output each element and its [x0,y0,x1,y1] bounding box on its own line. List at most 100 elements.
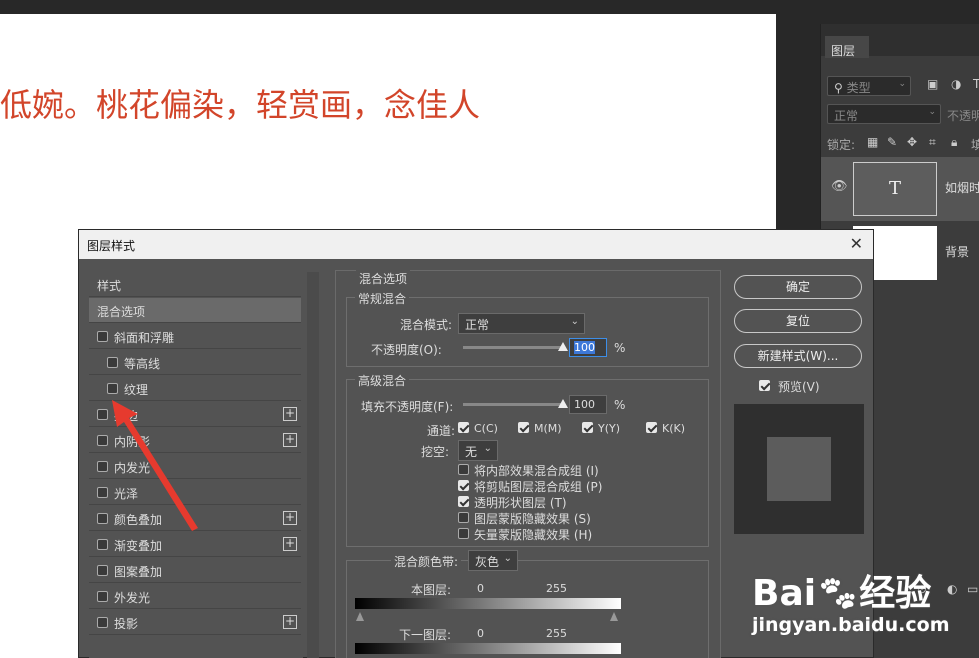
fill-label: 填 [971,138,979,152]
opacity-unit: % [614,341,626,355]
opacity-slider-knob[interactable] [558,342,568,351]
preview-checkbox[interactable] [759,380,770,391]
advanced-blending-title: 高级混合 [355,372,410,389]
style-item-checkbox[interactable] [97,565,108,576]
ok-button[interactable]: 确定 [734,275,862,299]
channel-c-checkbox[interactable] [458,422,469,433]
fill-opacity-slider[interactable] [463,399,568,408]
close-icon[interactable]: ✕ [850,234,863,253]
eye-icon[interactable]: 👁︎ [831,179,848,194]
advanced-option-checkbox[interactable] [458,496,469,507]
opacity-label: 不透明度(O): [371,343,442,357]
blend-if-group: 混合颜色带: 灰色 ⌄ 本图层: 0 255 下一图层: 0 255 [346,550,709,658]
lock-all-icon[interactable]: 🔒︎ [951,135,957,150]
opacity-input[interactable]: 100 [569,338,607,357]
this-layer-white-handle[interactable] [610,612,618,621]
channel-m-label: M(M) [534,422,562,435]
text-filter-icon[interactable]: T [973,77,979,91]
style-item-label: 纹理 [124,383,149,397]
adjustment-filter-icon[interactable]: ◑ [951,77,961,91]
style-item-checkbox[interactable] [97,617,108,628]
advanced-option-checkbox[interactable] [458,480,469,491]
style-item-label: 混合选项 [97,305,146,319]
style-preview-inner [767,437,831,501]
preview-label: 预览(V) [778,380,820,394]
this-layer-gradient [355,598,621,609]
fill-opacity-slider-knob[interactable] [558,399,568,408]
opacity-slider[interactable] [463,342,568,351]
style-item-checkbox[interactable] [107,357,118,368]
style-item-checkbox[interactable] [97,539,108,550]
add-effect-icon[interactable]: + [283,433,297,447]
style-item[interactable]: 纹理 [89,376,301,401]
style-item-checkbox[interactable] [97,513,108,524]
style-item-checkbox[interactable] [97,409,108,420]
new-style-button[interactable]: 新建样式(W)... [734,344,862,368]
style-item-checkbox[interactable] [97,591,108,602]
channel-m-checkbox[interactable] [518,422,529,433]
knockout-dropdown[interactable]: 无 ⌄ [458,440,498,461]
add-effect-icon[interactable]: + [283,407,297,421]
fill-opacity-value: 100 [574,398,595,411]
style-preview-swatch [734,404,864,534]
style-item[interactable]: 图案叠加 [89,558,301,583]
style-item-checkbox[interactable] [97,461,108,472]
channel-y-checkbox[interactable] [582,422,593,433]
style-item[interactable]: 斜面和浮雕 [89,324,301,349]
paw-logo-icon: 🐾︎ [816,574,860,614]
layer-filter-select[interactable]: ⚲ 类型 ⌄ [827,76,911,96]
style-item[interactable]: 混合选项 [89,298,301,323]
style-item-label: 等高线 [124,357,161,371]
lock-artboard-icon[interactable]: ⌗ [929,135,936,150]
add-effect-icon[interactable]: + [283,511,297,525]
advanced-option-label: 将剪贴图层混合成组 (P) [474,480,603,494]
fill-opacity-label: 填充不透明度(F): [361,400,454,414]
image-filter-icon[interactable]: ▣ [927,77,938,91]
lock-position-icon[interactable]: ✥ [907,135,917,149]
tab-layers[interactable]: 图层 [825,36,869,58]
style-item-checkbox[interactable] [107,383,118,394]
lock-image-icon[interactable]: ✎ [887,135,897,149]
advanced-option-checkbox[interactable] [458,528,469,539]
chevron-down-icon: ⌄ [503,553,512,564]
blend-mode-select[interactable]: 正常 ⌄ [827,104,941,124]
channels-label: 通道: [427,424,456,438]
document-text: 低婉。桃花偏染，轻赏画，念佳人 [0,86,481,124]
add-effect-icon[interactable]: + [283,537,297,551]
style-item-label: 样式 [97,279,122,293]
reset-button[interactable]: 复位 [734,309,862,333]
blend-if-value: 灰色 [475,555,500,569]
this-layer-black-handle[interactable] [356,612,364,621]
style-item-label: 外发光 [114,591,151,605]
underlying-layer-gradient [355,643,621,654]
blend-options-panel: 混合选项 常规混合 混合模式: 正常 ⌄ 不透明度(O): 100 % 高级混合… [335,270,721,658]
style-item[interactable]: 渐变叠加 + [89,532,301,557]
channel-k-label: K(K) [662,422,686,435]
lock-transparent-icon[interactable]: ▦ [867,135,878,149]
layer-row-text[interactable]: 👁︎ T 如烟时 [821,157,979,221]
blend-mode-dropdown[interactable]: 正常 ⌄ [458,313,585,334]
style-item[interactable]: 外发光 [89,584,301,609]
style-item-checkbox[interactable] [97,331,108,342]
style-item-checkbox[interactable] [97,435,108,446]
add-effect-icon[interactable]: + [283,615,297,629]
blend-mode-label: 混合模式: [400,318,453,332]
channel-c-label: C(C) [474,422,498,435]
this-layer-max: 255 [546,582,567,595]
advanced-blending-group: 高级混合 填充不透明度(F): 100 % 通道: C(C) M(M) Y(Y)… [346,372,709,547]
style-item: 样式 [89,272,301,297]
blend-if-dropdown[interactable]: 灰色 ⌄ [468,550,518,571]
style-item[interactable]: 投影 + [89,610,301,635]
style-list-scrollbar[interactable] [307,272,319,658]
style-item[interactable]: 等高线 [89,350,301,375]
opacity-value: 100 [574,341,595,354]
style-item-label: 渐变叠加 [114,539,163,553]
advanced-option-checkbox[interactable] [458,512,469,523]
layer-name: 背景 [945,245,970,259]
fill-opacity-input[interactable]: 100 [569,395,607,414]
advanced-option-label: 将内部效果混合成组 (I) [474,464,599,478]
channel-k-checkbox[interactable] [646,422,657,433]
dialog-title: 图层样式 [87,239,136,253]
advanced-option-checkbox[interactable] [458,464,469,475]
style-item-checkbox[interactable] [97,487,108,498]
